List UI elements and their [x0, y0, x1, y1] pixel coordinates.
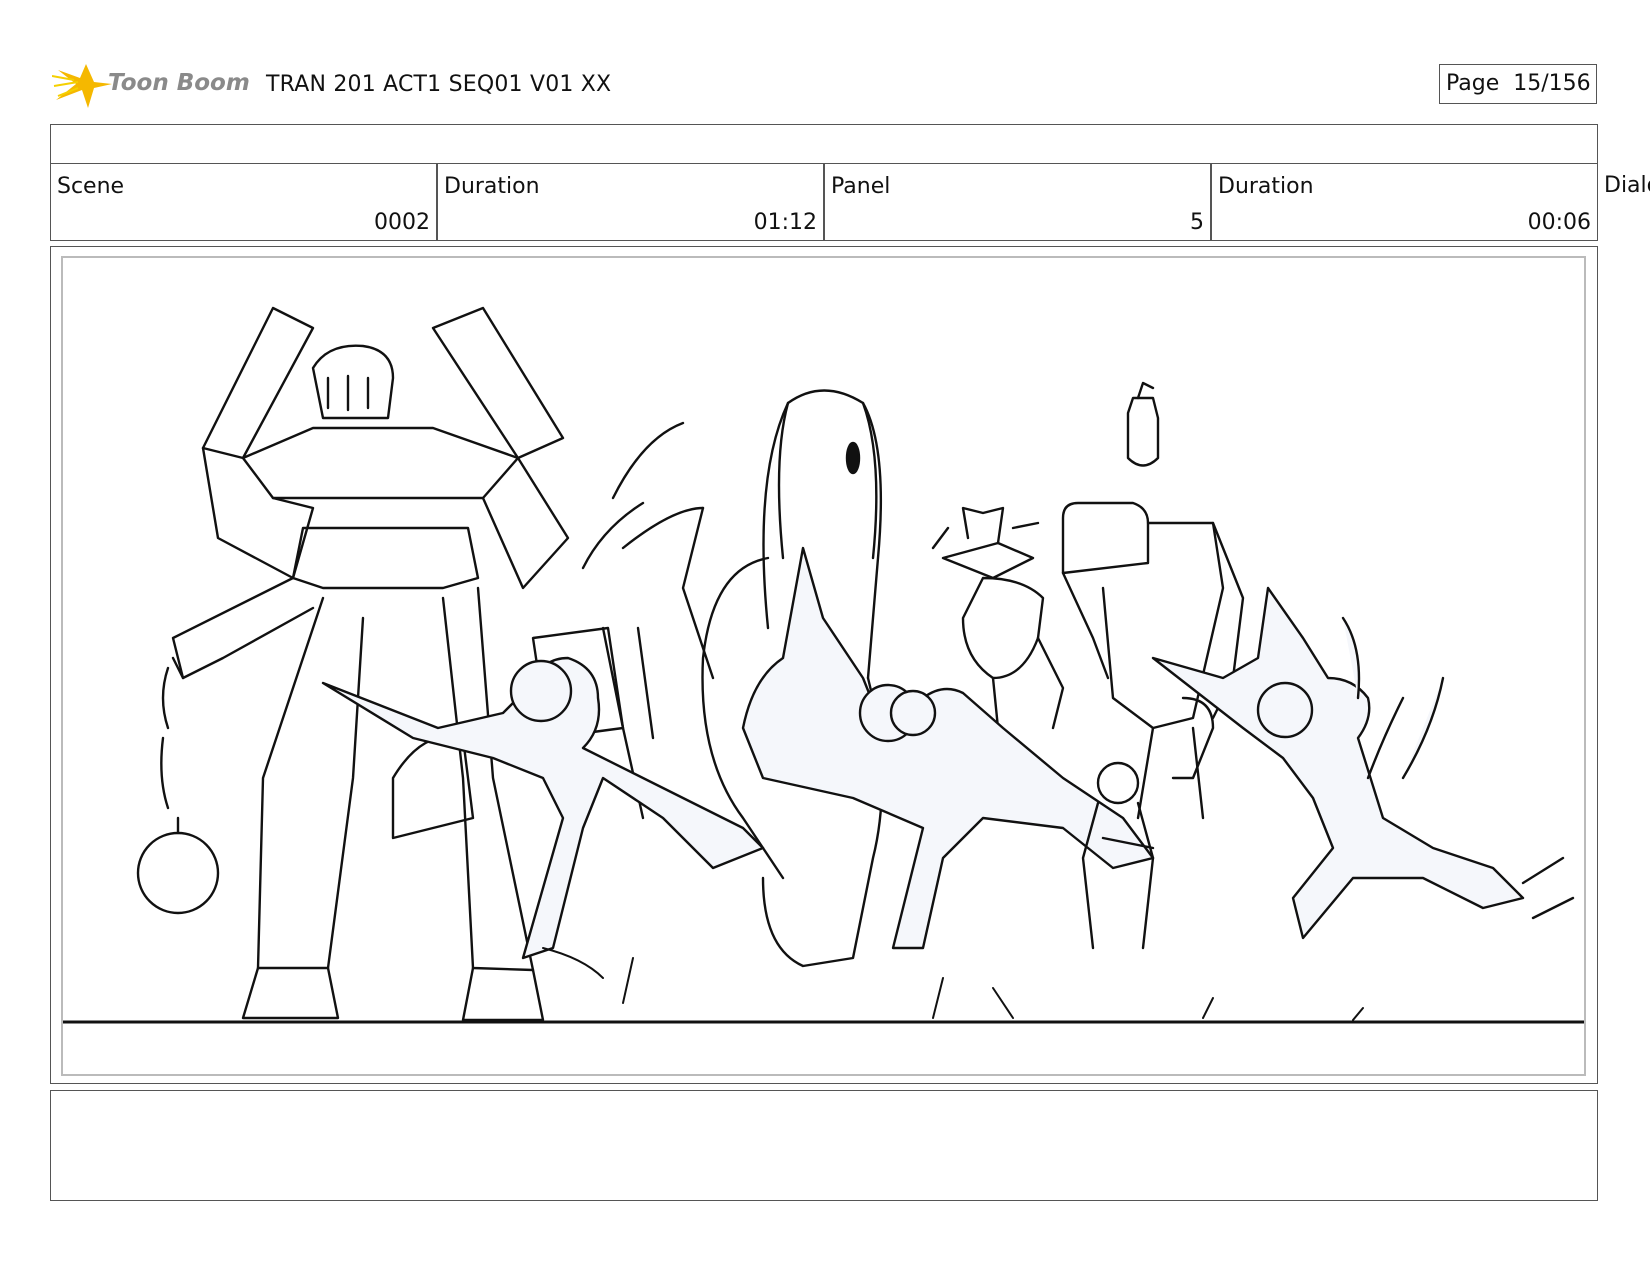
lunging-figure-right	[1151, 586, 1525, 940]
panel-duration-value: 00:06	[1527, 210, 1591, 235]
scene-duration-value: 01:12	[753, 210, 817, 235]
scene-value: 0002	[374, 210, 430, 235]
panel-duration-label: Duration	[1218, 174, 1314, 199]
panel-value: 5	[1190, 210, 1204, 235]
dialog-label: Dialo	[1604, 173, 1650, 198]
storyboard-sketch	[63, 306, 1584, 1024]
lunging-figures-sketch	[321, 546, 1575, 960]
panel-duration-cell: Duration 00:06	[1211, 163, 1598, 241]
header-bar	[50, 124, 1598, 164]
scene-duration-cell: Duration 01:12	[437, 163, 824, 241]
lunging-figure-center	[741, 546, 1155, 950]
svg-text:Toon Boom: Toon Boom	[108, 70, 250, 96]
dialog-cell: Dialo	[1598, 163, 1650, 241]
document-title: TRAN 201 ACT1 SEQ01 V01 XX	[266, 72, 612, 97]
panel-cell: Panel 5	[824, 163, 1211, 241]
storyboard-panel	[61, 256, 1586, 1076]
toon-boom-logo: Toon Boom	[51, 56, 252, 112]
panel-label: Panel	[831, 174, 891, 199]
scene-duration-label: Duration	[444, 174, 540, 199]
notes-box	[50, 1090, 1598, 1201]
info-row: Scene 0002 Duration 01:12 Panel 5 Durati…	[50, 163, 1650, 241]
scene-label: Scene	[57, 174, 125, 199]
page-number: 15/156	[1513, 71, 1591, 96]
page-indicator: Page 15/156	[1439, 64, 1597, 104]
page-label: Page	[1446, 71, 1500, 96]
right-robot-sketch	[1061, 381, 1245, 820]
scene-cell: Scene 0002	[50, 163, 437, 241]
